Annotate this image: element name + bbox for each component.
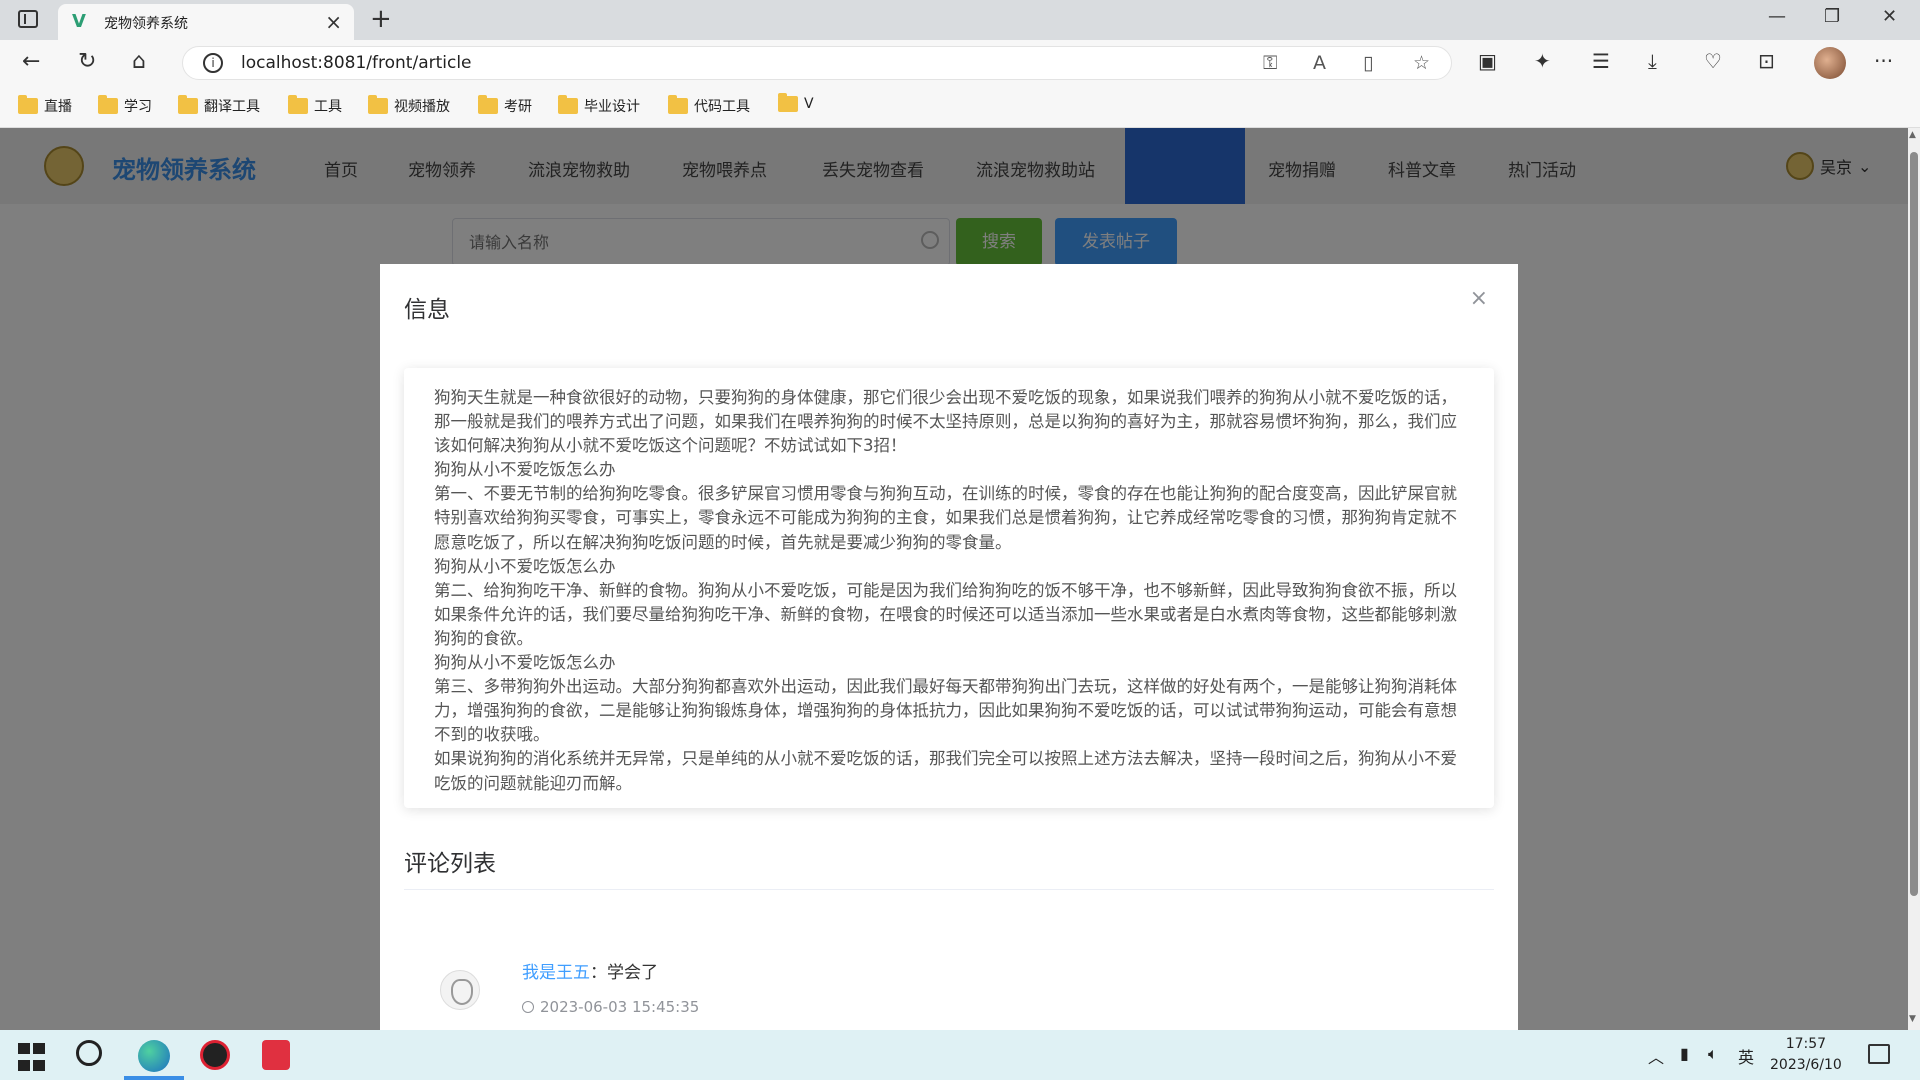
article-subheading: 狗狗从小不爱吃饭怎么办 [434,653,616,673]
article-paragraph: 第二、给狗狗吃干净、新鲜的食物。狗狗从小不爱吃饭，可能是因为我们给狗狗吃的饭不够… [434,580,1457,648]
article-content: 狗狗天生就是一种食欲很好的动物，只要狗狗的身体健康，那它们很少会出现不爱吃饭的现… [404,368,1494,808]
info-dialog: 信息 × 狗狗天生就是一种食欲很好的动物，只要狗狗的身体健康，那它们很少会出现不… [380,264,1518,1030]
dialog-close-icon[interactable]: × [1470,286,1488,311]
key-icon[interactable]: ⚿ [1263,52,1277,74]
browser-essentials-icon[interactable]: ♡ [1704,49,1722,73]
scroll-up-icon[interactable]: ▲ [1909,130,1916,140]
scroll-down-icon[interactable]: ▼ [1909,1014,1916,1024]
bookmark-folder[interactable]: 工具 [288,95,342,116]
folder-icon [668,95,688,114]
folder-icon [178,95,198,114]
commenter-avatar [440,970,480,1010]
comment-item: 我是王五：学会了 2023-06-03 15:45:35 [440,940,1440,1030]
bookmark-folder[interactable]: 直播 [18,95,72,116]
system-clock[interactable]: 17:57 2023/6/10 [1770,1034,1842,1076]
bookmark-folder[interactable]: 毕业设计 [558,95,640,116]
folder-icon [558,95,578,114]
volume-icon[interactable]: 🔈︎ [1708,1044,1718,1064]
folder-icon [98,95,118,114]
favorites-icon[interactable]: ☰ [1592,49,1610,73]
bookmark-folder[interactable]: 翻译工具 [178,95,260,116]
bookmarks-bar: 直播 学习 翻译工具 工具 视频播放 考研 毕业设计 代码工具 V [0,86,1920,128]
more-menu-icon[interactable]: ··· [1874,49,1893,73]
article-paragraph: 第三、多带狗狗外出运动。大部分狗狗都喜欢外出运动，因此我们最好每天都带狗狗出门去… [434,677,1457,745]
home-icon[interactable]: ⌂ [132,49,146,74]
comment-text: 学会了 [607,963,658,983]
refresh-icon[interactable]: ↻ [78,49,96,74]
vue-favicon-icon: V [72,11,86,32]
clock-icon [522,1001,534,1013]
folder-icon [368,95,388,114]
taskbar: ︿ ▮ 🔈︎ 英 17:57 2023/6/10 [0,1030,1920,1080]
minimize-icon[interactable]: — [1768,6,1786,27]
article-subheading: 狗狗从小不爱吃饭怎么办 [434,556,616,576]
collections-icon[interactable]: ▣ [1478,49,1497,73]
dialog-title: 信息 [404,297,450,323]
folder-icon [478,95,498,114]
comment-timestamp: 2023-06-03 15:45:35 [522,998,699,1016]
address-bar-row: ← ↻ ⌂ i localhost:8081/front/article ⚿ A… [0,40,1920,86]
tab-actions-icon[interactable] [18,10,38,28]
url-text: localhost:8081/front/article [241,53,472,73]
window-close-icon[interactable]: ✕ [1882,6,1897,27]
comment-body: 我是王五：学会了 [522,963,658,983]
screenshot-icon[interactable]: ⊡ [1758,49,1775,73]
back-icon[interactable]: ← [22,49,40,74]
url-input[interactable]: i localhost:8081/front/article ⚿ A ▯ ☆ [182,46,1452,80]
comments-divider [404,889,1494,890]
jetbrains-icon[interactable] [262,1040,290,1070]
downloads-icon[interactable]: ⤓ [1648,49,1657,73]
page-scrollbar[interactable]: ▲ ▼ [1908,128,1920,1030]
bookmark-folder[interactable]: 视频播放 [368,95,450,116]
favorite-star-icon[interactable]: ☆ [1413,52,1430,74]
comments-title: 评论列表 [404,851,496,877]
windows-start-icon[interactable] [18,1043,45,1073]
article-paragraph: 第一、不要无节制的给狗狗吃零食。很多铲屎官习惯用零食与狗狗互动，在训练的时候，零… [434,484,1457,552]
reader-view-icon[interactable]: ▯ [1363,52,1373,74]
tray-expand-icon[interactable]: ︿ [1648,1044,1664,1068]
bookmark-folder[interactable]: 学习 [98,95,152,116]
bookmark-folder[interactable]: 考研 [478,95,532,116]
tab-close-icon[interactable]: × [325,10,342,34]
folder-icon [288,95,308,114]
article-paragraph: 狗狗天生就是一种食欲很好的动物，只要狗狗的身体健康，那它们很少会出现不爱吃饭的现… [434,388,1457,456]
read-aloud-icon[interactable]: A [1313,52,1326,74]
active-app-indicator [124,1076,184,1080]
new-tab-icon[interactable]: + [370,4,392,34]
ime-indicator[interactable]: 英 [1738,1044,1754,1068]
scroll-thumb[interactable] [1910,152,1918,896]
site-info-icon[interactable]: i [203,53,223,73]
comment-username[interactable]: 我是王五 [522,963,590,983]
article-paragraph: 如果说狗狗的消化系统并无异常，只是单纯的从小就不爱吃饭的话，那我们完全可以按照上… [434,749,1457,793]
battery-icon[interactable]: ▮ [1680,1044,1689,1063]
bookmark-folder[interactable]: 代码工具 [668,95,750,116]
notification-icon[interactable] [1868,1044,1890,1064]
browser-tab[interactable]: V 宠物领养系统 × [58,4,354,40]
app-icon[interactable] [200,1040,230,1070]
browser-tab-bar: V 宠物领养系统 × + — ❐ ✕ [0,0,1920,40]
article-subheading: 狗狗从小不爱吃饭怎么办 [434,460,616,480]
folder-icon [18,95,38,114]
bookmark-folder[interactable]: V [778,93,814,112]
folder-icon [778,93,798,112]
extensions-icon[interactable]: ✦ [1534,49,1551,73]
edge-browser-icon[interactable] [138,1040,170,1072]
taskbar-search-icon[interactable] [76,1040,102,1066]
restore-icon[interactable]: ❐ [1824,6,1840,27]
profile-avatar[interactable] [1814,47,1846,79]
tab-title: 宠物领养系统 [104,16,188,32]
